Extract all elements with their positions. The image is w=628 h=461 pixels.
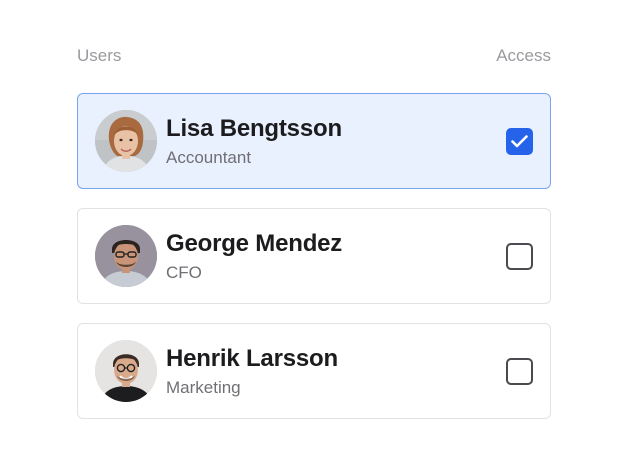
- user-info: George Mendez CFO: [166, 229, 506, 284]
- user-name: Lisa Bengtsson: [166, 114, 342, 142]
- check-icon: [511, 134, 528, 147]
- users-column-label: Users: [77, 46, 122, 65]
- avatar: [95, 110, 157, 172]
- user-role: CFO: [166, 262, 202, 282]
- user-row-henrik-larsson[interactable]: Henrik Larsson Marketing: [77, 323, 551, 419]
- access-checkbox[interactable]: [506, 127, 533, 155]
- access-checkbox[interactable]: [506, 242, 533, 270]
- list-header: Users Access: [77, 44, 551, 68]
- user-info: Henrik Larsson Marketing: [166, 344, 506, 399]
- user-role: Accountant: [166, 147, 252, 167]
- access-column-label: Access: [496, 46, 551, 65]
- user-row-george-mendez[interactable]: George Mendez CFO: [77, 208, 551, 304]
- user-name: George Mendez: [166, 229, 343, 257]
- avatar: [95, 340, 157, 402]
- user-row-lisa-bengtsson[interactable]: Lisa Bengtsson Accountant: [77, 93, 551, 189]
- user-role: Marketing: [166, 377, 241, 397]
- avatar: [95, 225, 157, 287]
- user-info: Lisa Bengtsson Accountant: [166, 114, 506, 169]
- user-name: Henrik Larsson: [166, 344, 338, 372]
- access-checkbox[interactable]: [506, 357, 533, 385]
- user-access-panel: Users Access Lisa Bengtsson Accountant G…: [77, 44, 551, 419]
- user-list: Lisa Bengtsson Accountant George Mendez …: [77, 93, 551, 419]
